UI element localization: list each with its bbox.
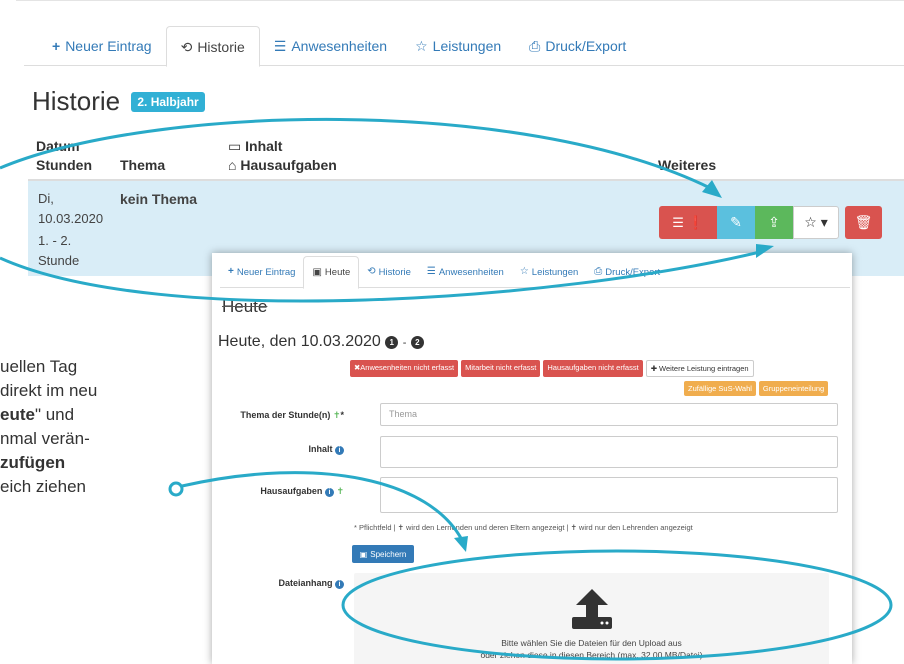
tab-achievements-small[interactable]: ☆ Leistungen — [512, 256, 586, 288]
row-actions: ☰ ❗ ✎ ⇪ ☆ ▾ — [659, 206, 839, 239]
list-alert-icon: ☰ ❗ — [672, 214, 704, 230]
topic-label: Thema der Stunde(n) ✝* — [240, 410, 344, 420]
field-hint: * Pflichtfeld | ✝ wird den Lernenden und… — [354, 523, 693, 532]
info-icon: i — [335, 446, 344, 455]
today-panel: + Neuer Eintrag ▣ Heute ⟲ Historie ☰ Anw… — [212, 253, 852, 664]
explanation-line-3: eute" und — [0, 405, 75, 424]
tab-attendance[interactable]: ☰ Anwesenheiten — [260, 26, 401, 66]
history-icon: ⟲ — [180, 38, 193, 55]
row-date: 10.03.2020 — [38, 211, 104, 226]
header-datum[interactable]: Datum — [36, 138, 80, 154]
tab-history-small[interactable]: ⟲ Historie — [359, 256, 419, 288]
semester-badge: 2. Halbjahr — [131, 92, 205, 112]
struck-heading: Heute — [222, 297, 268, 316]
comment-icon: ▭ — [228, 138, 242, 154]
calendar-icon: ▣ — [312, 266, 322, 278]
header-hausaufgaben[interactable]: ⌂ Hausaufgaben — [228, 157, 337, 173]
today-date-heading: Heute, den 10.03.2020 1 - 2 — [218, 333, 424, 351]
row-day: Di, — [38, 191, 54, 206]
page-title: Historie 2. Halbjahr — [32, 86, 205, 117]
upload-button[interactable]: ⇪ — [755, 206, 793, 239]
person-icon: ✝ — [332, 410, 341, 420]
upload-icon — [572, 589, 612, 629]
explanation-line-1: uellen Tag — [0, 357, 78, 376]
header-stunden[interactable]: Stunden — [36, 157, 92, 173]
topic-input[interactable]: Thema — [380, 403, 838, 426]
action-badges: Zufällige SuS-Wahl Gruppeneinteilung — [684, 381, 829, 396]
explanation-line-2: direkt im neu — [0, 381, 98, 400]
save-icon: ▣ — [359, 549, 368, 559]
explanation-line-5: zufügen — [0, 453, 66, 472]
row-topic: kein Thema — [120, 191, 198, 207]
tab-new-entry[interactable]: + Neuer Eintrag — [38, 26, 166, 66]
explanation-line-6: eich ziehen — [0, 477, 87, 496]
pencil-icon: ✎ — [730, 214, 742, 230]
group-division-button[interactable]: Gruppeneinteilung — [758, 381, 829, 396]
tab-today[interactable]: ▣ Heute — [303, 256, 360, 289]
upload-icon: ⇪ — [768, 214, 780, 230]
file-dropzone[interactable]: Bitte wählen Sie die Dateien für den Upl… — [354, 573, 829, 664]
save-button[interactable]: ▣ Speichern — [352, 545, 414, 563]
tab-attendance-small[interactable]: ☰ Anwesenheiten — [419, 256, 512, 288]
dropzone-text-2: oder ziehen diese in diesen Bereich (max… — [480, 650, 703, 660]
history-panel: + Neuer Eintrag ⟲ Historie ☰ Anwesenheit… — [16, 0, 904, 276]
delete-button[interactable]: 🗑 — [845, 206, 882, 239]
add-achievement-button[interactable]: ✚ Weitere Leistung eintragen — [645, 360, 754, 377]
history-icon: ⟲ — [367, 266, 376, 277]
content-textarea[interactable] — [380, 436, 838, 468]
alert-button[interactable]: ☰ ❗ — [659, 206, 717, 239]
attachment-label: Dateianhang i — [212, 578, 344, 589]
edit-button[interactable]: ✎ — [717, 206, 755, 239]
trash-icon: 🗑 — [854, 214, 873, 230]
star-icon: ☆ — [415, 38, 428, 54]
homework-textarea[interactable] — [380, 477, 838, 513]
print-icon: ⎙ — [594, 266, 603, 277]
attendance-missing-badge[interactable]: ✖Anwesenheiten nicht erfasst — [350, 360, 459, 377]
hour-start-badge: 1 — [385, 336, 399, 349]
list-icon: ☰ — [273, 38, 287, 54]
tab-achievements[interactable]: ☆ Leistungen — [401, 26, 515, 66]
front-tab-bar: + Neuer Eintrag ▣ Heute ⟲ Historie ☰ Anw… — [220, 256, 850, 289]
row-hours: 1. - 2. — [38, 233, 72, 248]
home-icon: ⌂ — [228, 157, 237, 173]
status-badges: ✖Anwesenheiten nicht erfasst Mitarbeit n… — [350, 360, 754, 377]
header-thema[interactable]: Thema — [120, 157, 165, 173]
achievement-dropdown[interactable]: ☆ ▾ — [793, 206, 839, 239]
list-icon: ☰ — [426, 266, 436, 277]
header-weiteres: Weiteres — [658, 157, 717, 173]
star-outline-icon: ☆ ▾ — [804, 214, 828, 230]
tab-print-export[interactable]: ⎙ Druck/Export — [515, 26, 640, 66]
explanation-line-4: nmal verän- — [0, 429, 90, 448]
star-icon: ☆ — [519, 266, 529, 277]
homework-label: Hausaufgaben i ✝ — [260, 486, 344, 497]
delete-group: 🗑 — [845, 206, 882, 239]
header-inhalt[interactable]: ▭ Inhalt — [228, 138, 282, 155]
annotation-bullet — [168, 481, 184, 497]
dropzone-text-1: Bitte wählen Sie die Dateien für den Upl… — [501, 638, 682, 648]
tab-new-entry-small[interactable]: + Neuer Eintrag — [220, 256, 303, 288]
hour-end-badge: 2 — [410, 336, 424, 349]
tab-print-export-small[interactable]: ⎙ Druck/Export — [586, 256, 668, 288]
person-icon: ✝ — [336, 486, 344, 496]
back-tab-bar: + Neuer Eintrag ⟲ Historie ☰ Anwesenheit… — [24, 26, 904, 67]
print-icon: ⎙ — [529, 38, 541, 54]
plus-icon: + — [52, 38, 61, 54]
tab-history[interactable]: ⟲ Historie — [165, 26, 260, 67]
random-student-button[interactable]: Zufällige SuS-Wahl — [684, 381, 756, 396]
plus-icon: + — [228, 266, 234, 277]
participation-missing-badge[interactable]: Mitarbeit nicht erfasst — [461, 360, 541, 377]
row-hours-unit: Stunde — [38, 253, 80, 268]
homework-missing-badge[interactable]: Hausaufgaben nicht erfasst — [543, 360, 643, 377]
info-icon: i — [335, 580, 344, 589]
content-label: Inhalt i — [212, 444, 344, 455]
info-icon: i — [324, 488, 334, 497]
